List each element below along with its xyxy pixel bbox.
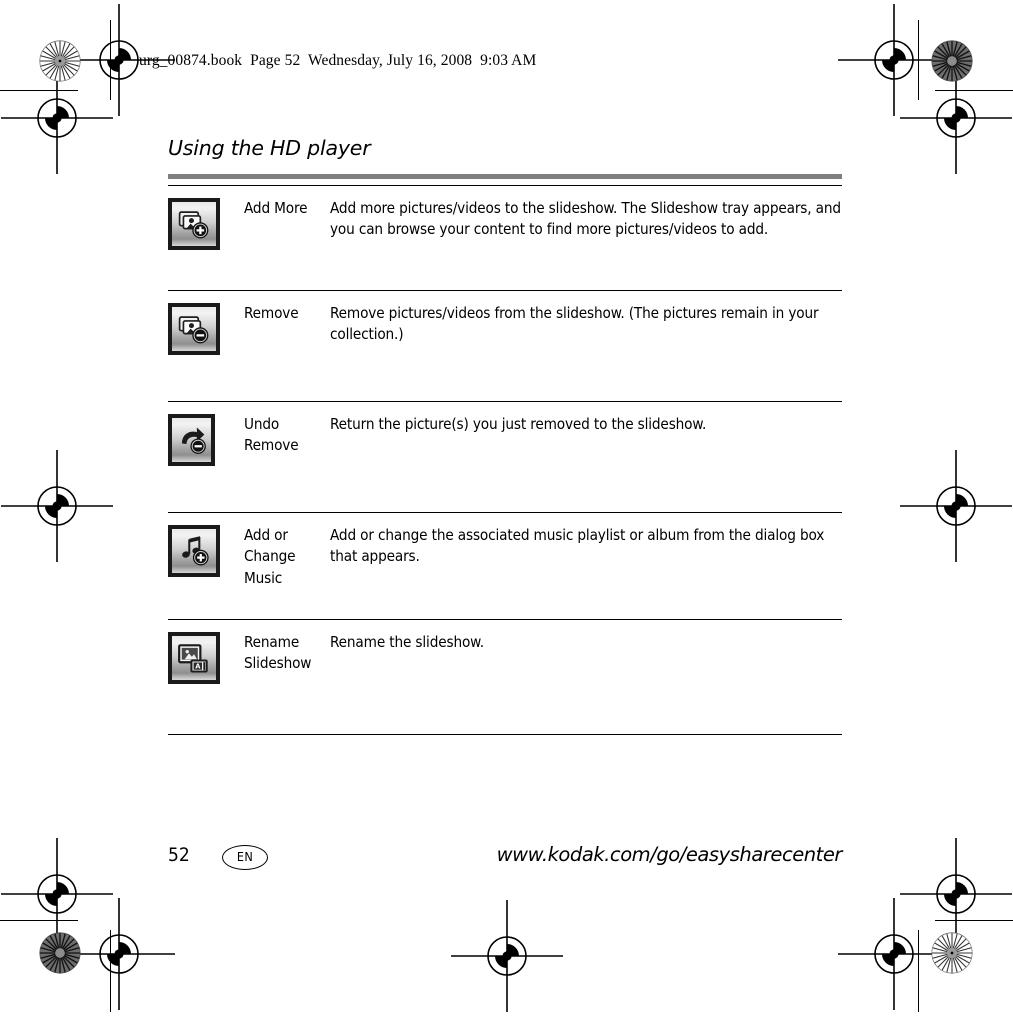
footer-language-badge: EN <box>222 845 268 870</box>
control-name: Add More <box>244 198 308 217</box>
control-description: Return the picture(s) you just removed t… <box>330 414 707 433</box>
registration-target-icon <box>900 838 1012 950</box>
star-density-target-icon <box>931 40 973 82</box>
page-content: Using the HD player Add More Add more pi… <box>168 138 842 735</box>
crop-rule-bottom-left-horizontal <box>0 920 78 921</box>
table-cell-icon <box>168 184 244 291</box>
registration-mark-left-middle <box>0 446 117 566</box>
crop-rule-top-left-horizontal <box>0 90 78 91</box>
star-density-target-icon <box>39 932 81 974</box>
registration-mark-lower-right-margin <box>896 834 1013 954</box>
registration-mark-top-right <box>834 0 954 120</box>
star-target-top-right <box>930 39 974 83</box>
crop-rule-right-vertical-lower <box>918 930 919 1012</box>
registration-target-icon <box>1 62 113 174</box>
control-description: Add more pictures/videos to the slidesho… <box>330 198 841 239</box>
table-cell-description: Add more pictures/videos to the slidesho… <box>330 184 842 291</box>
control-name: Rename Slideshow <box>244 632 312 673</box>
registration-mark-upper-left-margin <box>0 58 117 178</box>
table-cell-description: Add or change the associated music playl… <box>330 512 842 620</box>
page-title: Using the HD player <box>168 136 371 160</box>
star-target-bottom-left <box>38 931 82 975</box>
star-density-target-icon <box>931 932 973 974</box>
registration-target-icon <box>451 900 563 1012</box>
table-cell-icon <box>168 512 244 620</box>
title-underline-rule <box>168 173 842 179</box>
registration-target-icon <box>900 62 1012 174</box>
registration-target-icon <box>838 4 950 116</box>
star-density-target-icon <box>39 40 81 82</box>
table-cell-description: Return the picture(s) you just removed t… <box>330 401 842 513</box>
book-file-header: urg_00874.book Page 52 Wednesday, July 1… <box>139 52 537 69</box>
table-cell-name: Add or Change Music <box>244 512 330 620</box>
table-cell-description: Remove pictures/videos from the slidesho… <box>330 290 842 402</box>
registration-target-icon <box>838 898 950 1010</box>
undo-remove-icon[interactable] <box>168 413 215 466</box>
control-description: Remove pictures/videos from the slidesho… <box>330 303 819 344</box>
control-description: Add or change the associated music playl… <box>330 525 825 566</box>
table-row: A Rename Slideshow Rename the slideshow. <box>168 619 842 735</box>
registration-mark-bottom-right <box>834 894 954 1014</box>
control-name: Undo Remove <box>244 414 299 455</box>
table-cell-icon <box>168 290 244 402</box>
crop-rule-right-vertical <box>918 20 919 100</box>
control-name: Remove <box>244 303 299 322</box>
footer-page-number: 52 <box>168 844 190 866</box>
table-cell-name: Rename Slideshow <box>244 619 330 735</box>
rename-slideshow-icon[interactable]: A <box>168 631 220 684</box>
crop-rule-bottom-right-horizontal <box>935 920 1013 921</box>
crop-rule-left-vertical-lower <box>110 930 111 1012</box>
crop-rule-left-vertical <box>110 20 111 100</box>
table-cell-name: Remove <box>244 290 330 402</box>
control-name: Add or Change Music <box>244 525 296 587</box>
table-cell-name: Add More <box>244 184 330 291</box>
footer-support-url[interactable]: www.kodak.com/go/easysharecenter <box>497 843 843 866</box>
table-cell-name: Undo Remove <box>244 401 330 513</box>
table-row: Remove Remove pictures/videos from the s… <box>168 290 842 402</box>
registration-mark-upper-right-margin <box>896 58 1013 178</box>
control-description: Rename the slideshow. <box>330 632 484 651</box>
table-cell-icon <box>168 401 244 513</box>
star-target-top-left <box>38 39 82 83</box>
star-target-bottom-right <box>930 931 974 975</box>
crop-rule-top-right-horizontal <box>935 90 1013 91</box>
table-row: Add or Change Music Add or change the as… <box>168 512 842 620</box>
table-cell-description: Rename the slideshow. <box>330 619 842 735</box>
registration-target-icon <box>900 450 1012 562</box>
table-row: Undo Remove Return the picture(s) you ju… <box>168 401 842 513</box>
registration-mark-bottom-left <box>59 894 179 1014</box>
table-cell-icon: A <box>168 619 244 735</box>
add-change-music-icon[interactable] <box>168 524 220 577</box>
add-more-pictures-icon[interactable] <box>168 197 220 250</box>
registration-target-icon <box>1 838 113 950</box>
registration-mark-lower-left-margin <box>0 834 117 954</box>
registration-mark-right-middle <box>896 446 1013 566</box>
svg-text:A: A <box>195 662 201 670</box>
registration-target-icon <box>63 898 175 1010</box>
table-row: Add More Add more pictures/videos to the… <box>168 184 842 291</box>
page-footer: 52 EN www.kodak.com/go/easysharecenter <box>168 842 842 872</box>
remove-pictures-icon[interactable] <box>168 302 220 355</box>
slideshow-controls-table: Add More Add more pictures/videos to the… <box>168 184 842 735</box>
registration-target-icon <box>1 450 113 562</box>
registration-mark-bottom-center <box>447 896 567 1016</box>
